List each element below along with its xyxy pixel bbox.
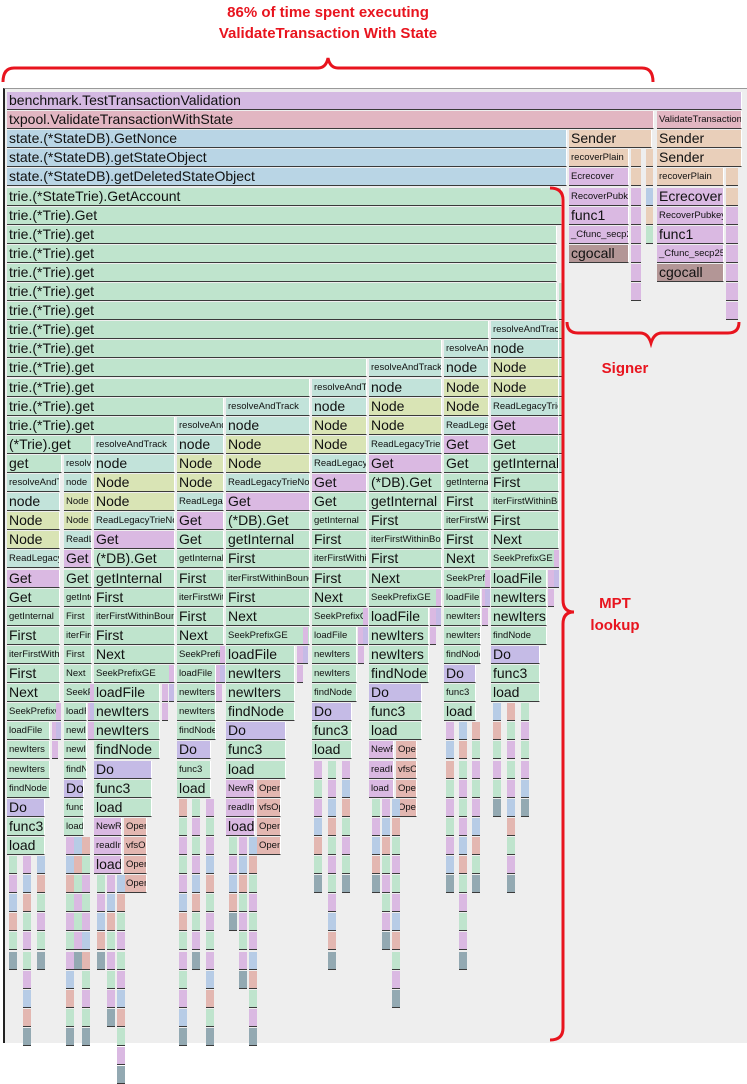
annotation-braces	[1, 57, 741, 1042]
flame-frame-unlabeled[interactable]	[117, 1047, 125, 1065]
annotation-mpt-line1: MPT	[599, 595, 631, 612]
top-brace	[1, 57, 655, 83]
annotation-top-line1: 86% of time spent executing	[227, 4, 429, 21]
mpt-brace	[549, 186, 575, 1042]
annotation-signer: Signer	[601, 360, 649, 377]
annotation-top-line2: ValidateTransaction With State	[218, 25, 438, 42]
annotation-mpt-line2: lookup	[590, 617, 640, 634]
flame-frame-unlabeled[interactable]	[117, 1066, 125, 1084]
signer-brace	[565, 321, 741, 349]
